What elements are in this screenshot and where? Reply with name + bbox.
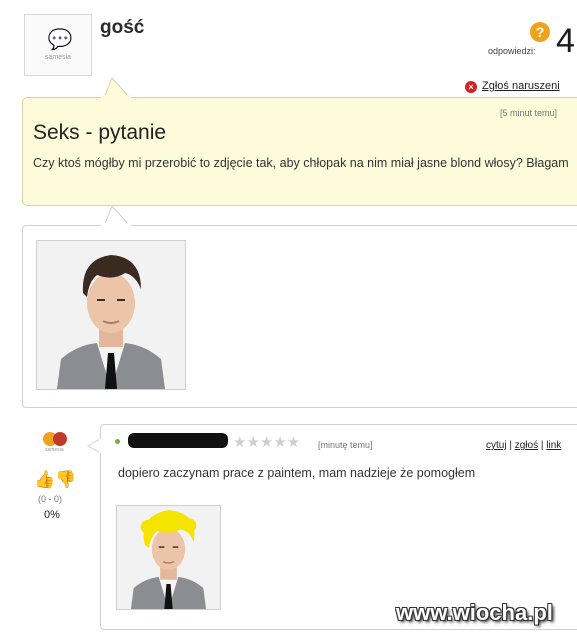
answers-label: odpowiedzi:: [488, 46, 536, 56]
question-time: [5 minut temu]: [500, 108, 558, 118]
report-icon[interactable]: ×: [465, 81, 477, 93]
question-title: Seks - pytanie: [33, 121, 167, 144]
username[interactable]: gość: [100, 17, 144, 39]
censored-username: [128, 433, 228, 448]
link-separator: |: [540, 440, 544, 451]
rating-stars[interactable]: ★★★★★: [233, 433, 300, 451]
quote-link[interactable]: cytuj: [486, 440, 507, 451]
answer-photo[interactable]: [116, 505, 221, 610]
avatar-caption: samesia: [44, 53, 72, 61]
question-body: Czy ktoś mógłby mi przerobić to zdjęcie …: [33, 156, 569, 170]
site-watermark: www.wiocha.pl: [396, 600, 553, 625]
svg-text:samesia: samesia: [45, 447, 64, 452]
score-range: (0 - 0): [38, 494, 63, 504]
permalink-link[interactable]: link: [546, 440, 561, 451]
answer-links: cytuj | zgłoś | link: [486, 440, 561, 451]
score-percent: 0%: [44, 509, 60, 521]
vote-icons[interactable]: 👍👎: [34, 470, 76, 490]
tail-cover-3: [99, 439, 103, 453]
user-avatar: 💬 samesia: [24, 14, 92, 76]
answerer-avatar: samesia: [40, 430, 70, 453]
answer-time: [minutę temu]: [318, 440, 373, 450]
thumbs-down-icon[interactable]: 👎: [55, 470, 76, 489]
answers-count: 4: [556, 22, 575, 60]
question-photo[interactable]: [36, 240, 186, 390]
speech-bubbles-icon: 💬: [47, 28, 73, 51]
answer-text: dopiero zaczynam prace z paintem, mam na…: [118, 466, 476, 480]
report-answer-link[interactable]: zgłoś: [515, 440, 538, 451]
tail-cover: [101, 95, 131, 99]
online-status-dot: [115, 439, 120, 444]
report-link[interactable]: Zgłoś naruszeni: [482, 80, 560, 92]
question-box: [22, 97, 577, 206]
link-separator: |: [509, 440, 512, 451]
question-mark-icon: ?: [530, 22, 550, 42]
tail-cover-2: [101, 223, 131, 227]
thumbs-up-icon[interactable]: 👍: [34, 470, 55, 489]
